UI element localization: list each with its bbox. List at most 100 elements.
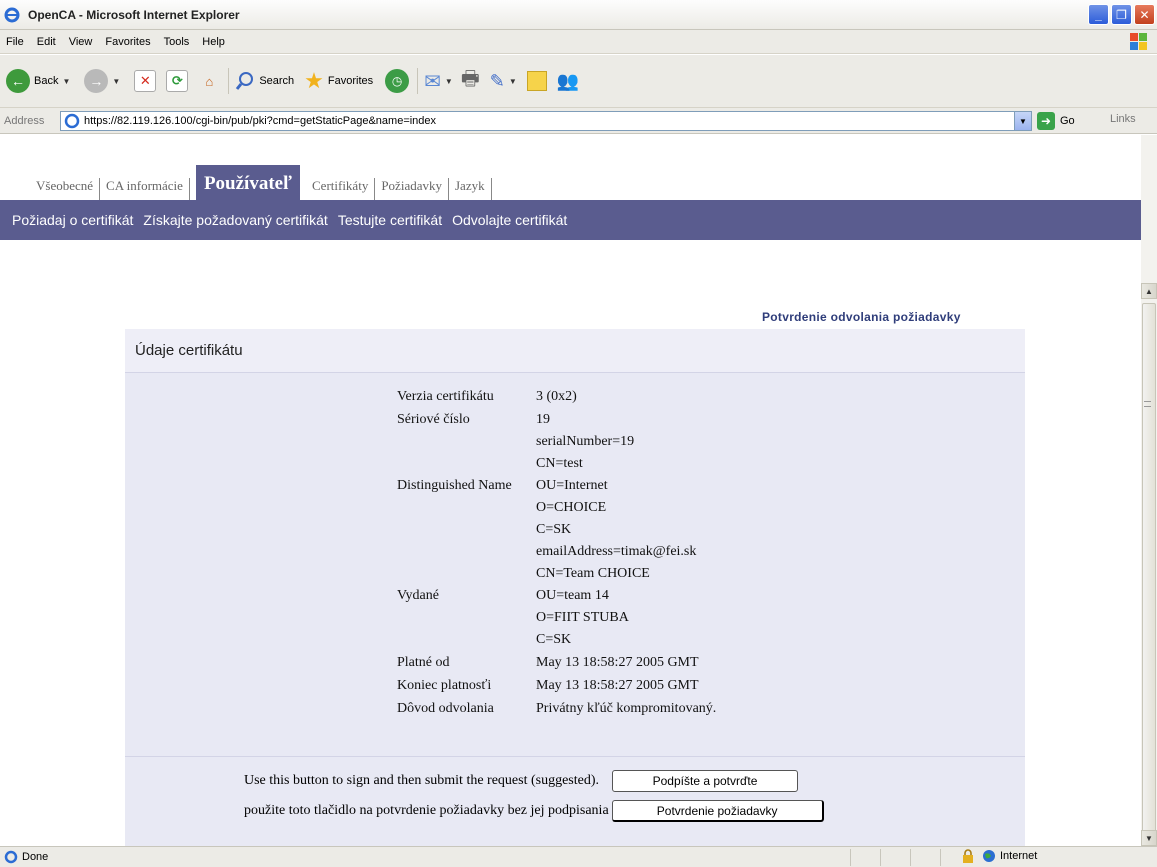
serial-label: Sériové číslo — [397, 411, 470, 427]
detail-row: Vydané emailAddress=timak@fei.sk CN=Team… — [397, 541, 716, 651]
windows-flag-icon — [1130, 33, 1147, 50]
menu-tools[interactable]: Tools — [164, 36, 190, 48]
issuer-value: O=FIIT STUBA — [536, 610, 629, 625]
minimize-button[interactable]: _ — [1088, 4, 1109, 25]
edit-button[interactable]: ✎ ▼ — [490, 71, 517, 92]
subnav-test-cert[interactable]: Testujte certifikát — [338, 212, 442, 228]
search-icon — [236, 72, 254, 90]
menu-bar: File Edit View Favorites Tools Help — [0, 30, 1157, 54]
subnav-get-cert[interactable]: Získajte požadovaný certifikát — [143, 212, 327, 228]
dn-value: CN=test — [536, 456, 583, 471]
dn-label: Distinguished Name — [397, 478, 512, 493]
home-icon: ⌂ — [205, 73, 214, 89]
refresh-icon: ⟳ — [166, 70, 189, 92]
mail-button[interactable]: ✉ ▼ — [424, 69, 453, 94]
address-label: Address — [4, 114, 45, 127]
sub-navigation: Požiadaj o certifikát Získajte požadovan… — [0, 200, 1141, 240]
scroll-up-icon[interactable]: ▲ — [1141, 283, 1157, 299]
discuss-button[interactable] — [526, 71, 547, 91]
valid-from-label: Platné od — [397, 654, 450, 670]
sign-and-confirm-button[interactable]: Podpíšte a potvrďte — [612, 770, 799, 792]
reason-label: Dôvod odvolania — [397, 700, 494, 716]
subnav-revoke-cert[interactable]: Odvolajte certifikát — [452, 212, 567, 228]
menu-file[interactable]: File — [6, 36, 24, 48]
dn-value: OU=Internet — [536, 478, 608, 493]
detail-row: Dôvod odvolania Privátny kľúč kompromito… — [397, 697, 716, 720]
home-button[interactable]: ⌂ — [198, 70, 220, 92]
issuer-value: CN=Team CHOICE — [536, 566, 650, 581]
favorites-button[interactable]: ★ Favorites — [304, 68, 373, 94]
dropdown-arrow-icon[interactable]: ▼ — [445, 77, 453, 86]
valid-to-value: May 13 18:58:27 2005 GMT — [536, 677, 699, 693]
panel-title: Údaje certifikátu — [125, 329, 1025, 373]
stop-icon: ✕ — [134, 70, 157, 92]
tab-certificates[interactable]: Certifikáty — [306, 178, 376, 200]
history-button[interactable]: ◷ — [385, 69, 410, 93]
detail-row: Verzia certifikátu 3 (0x2) — [397, 385, 716, 408]
page-icon — [64, 113, 80, 129]
issuer-value: C=SK — [536, 632, 572, 647]
go-label: Go — [1060, 115, 1075, 127]
subnav-request-cert[interactable]: Požiadaj o certifikát — [12, 212, 133, 228]
confirm-row: použite toto tlačidlo na potvrdenie poži… — [244, 796, 824, 826]
messenger-button[interactable]: 👥 — [557, 71, 579, 92]
refresh-button[interactable]: ⟳ — [166, 70, 189, 92]
note-icon — [526, 71, 547, 91]
mail-icon: ✉ — [424, 70, 441, 93]
tab-user[interactable]: Používateľ — [195, 165, 300, 200]
print-icon: 🖶 — [460, 68, 480, 90]
security-zone: Internet — [962, 849, 1037, 863]
go-button[interactable]: ➜ Go — [1037, 112, 1075, 130]
history-icon: ◷ — [385, 69, 410, 93]
print-button[interactable]: 🖶 — [461, 64, 480, 98]
certificate-panel: Údaje certifikátu Verzia certifikátu 3 (… — [125, 329, 1025, 846]
tab-language[interactable]: Jazyk — [449, 178, 492, 200]
go-arrow-icon: ➜ — [1037, 112, 1055, 130]
sign-row: Use this button to sign and then submit … — [244, 766, 824, 796]
status-text: Done — [22, 851, 49, 863]
tab-requests[interactable]: Požiadavky — [375, 178, 449, 200]
actions: Use this button to sign and then submit … — [244, 766, 824, 826]
vertical-scrollbar[interactable]: ▲ ▼ — [1141, 135, 1157, 846]
tab-general[interactable]: Všeobecné — [30, 178, 101, 200]
address-input[interactable]: https://82.119.126.100/cgi-bin/pub/pki?c… — [60, 111, 1032, 131]
menu-help[interactable]: Help — [202, 36, 225, 48]
serial-value: 19 — [536, 411, 550, 427]
divider — [125, 756, 1025, 757]
dropdown-arrow-icon[interactable]: ▼ — [509, 77, 517, 86]
close-button[interactable]: ✕ — [1134, 4, 1155, 25]
detail-row: Koniec platnosťi May 13 18:58:27 2005 GM… — [397, 674, 716, 697]
toolbar-separator — [417, 68, 419, 94]
address-bar: Address https://82.119.126.100/cgi-bin/p… — [0, 108, 1157, 134]
scroll-down-icon[interactable]: ▼ — [1141, 830, 1157, 846]
certificate-details: Verzia certifikátu 3 (0x2) Sériové číslo… — [397, 385, 716, 720]
toolbar-separator — [228, 68, 230, 94]
menu-edit[interactable]: Edit — [37, 36, 56, 48]
page-status-icon — [4, 850, 18, 864]
confirm-request-button[interactable]: Potvrdenie požiadavky — [611, 800, 824, 822]
scroll-thumb[interactable] — [1142, 303, 1156, 843]
page-viewport: Všeobecné CA informácie Používateľ Certi… — [0, 135, 1141, 846]
scroll-grip — [1144, 401, 1151, 407]
dropdown-arrow-icon[interactable]: ▼ — [112, 77, 120, 86]
main-tabs: Všeobecné CA informácie Používateľ Certi… — [30, 165, 492, 200]
forward-button[interactable]: → ▼ — [76, 69, 120, 93]
search-button[interactable]: Search — [235, 71, 294, 91]
status-bar: Done Internet — [0, 846, 1157, 867]
back-button[interactable]: ← Back ▼ — [6, 69, 70, 93]
address-dropdown-icon[interactable]: ▼ — [1014, 112, 1031, 130]
menu-view[interactable]: View — [69, 36, 93, 48]
links-button[interactable]: Links — [1110, 113, 1136, 125]
detail-row: Sériové číslo 19 — [397, 408, 716, 431]
confirm-instruction: použite toto tlačidlo na potvrdenie poži… — [244, 803, 609, 818]
star-icon: ★ — [304, 68, 324, 93]
restore-button[interactable]: ❐ — [1111, 4, 1132, 25]
issuer-value: OU=team 14 — [536, 588, 609, 603]
dropdown-arrow-icon[interactable]: ▼ — [62, 77, 70, 86]
dn-value: O=CHOICE — [536, 500, 607, 515]
page-title: Potvrdenie odvolania požiadavky — [762, 310, 961, 324]
stop-button[interactable]: ✕ — [134, 70, 157, 92]
tab-ca-info[interactable]: CA informácie — [100, 178, 190, 200]
menu-favorites[interactable]: Favorites — [105, 36, 150, 48]
valid-from-value: May 13 18:58:27 2005 GMT — [536, 654, 699, 670]
